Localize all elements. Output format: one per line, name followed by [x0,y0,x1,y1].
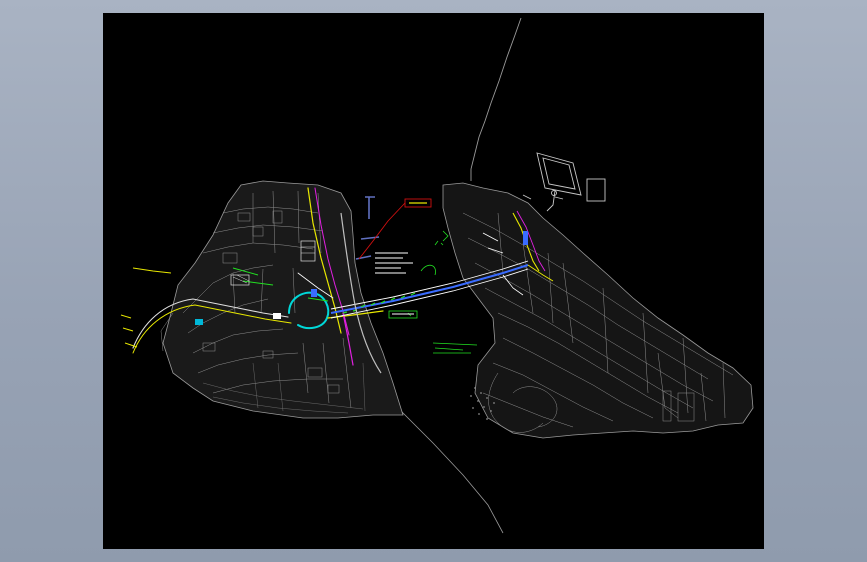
coastline-line [470,17,522,181]
east-buildings [522,152,606,212]
site-plan-drawing [120,17,754,534]
center-text-block [375,252,413,274]
cad-drawing-viewport[interactable] [103,13,764,549]
midspan-label [388,310,418,319]
piers [355,196,380,260]
east-terrain [442,182,754,439]
